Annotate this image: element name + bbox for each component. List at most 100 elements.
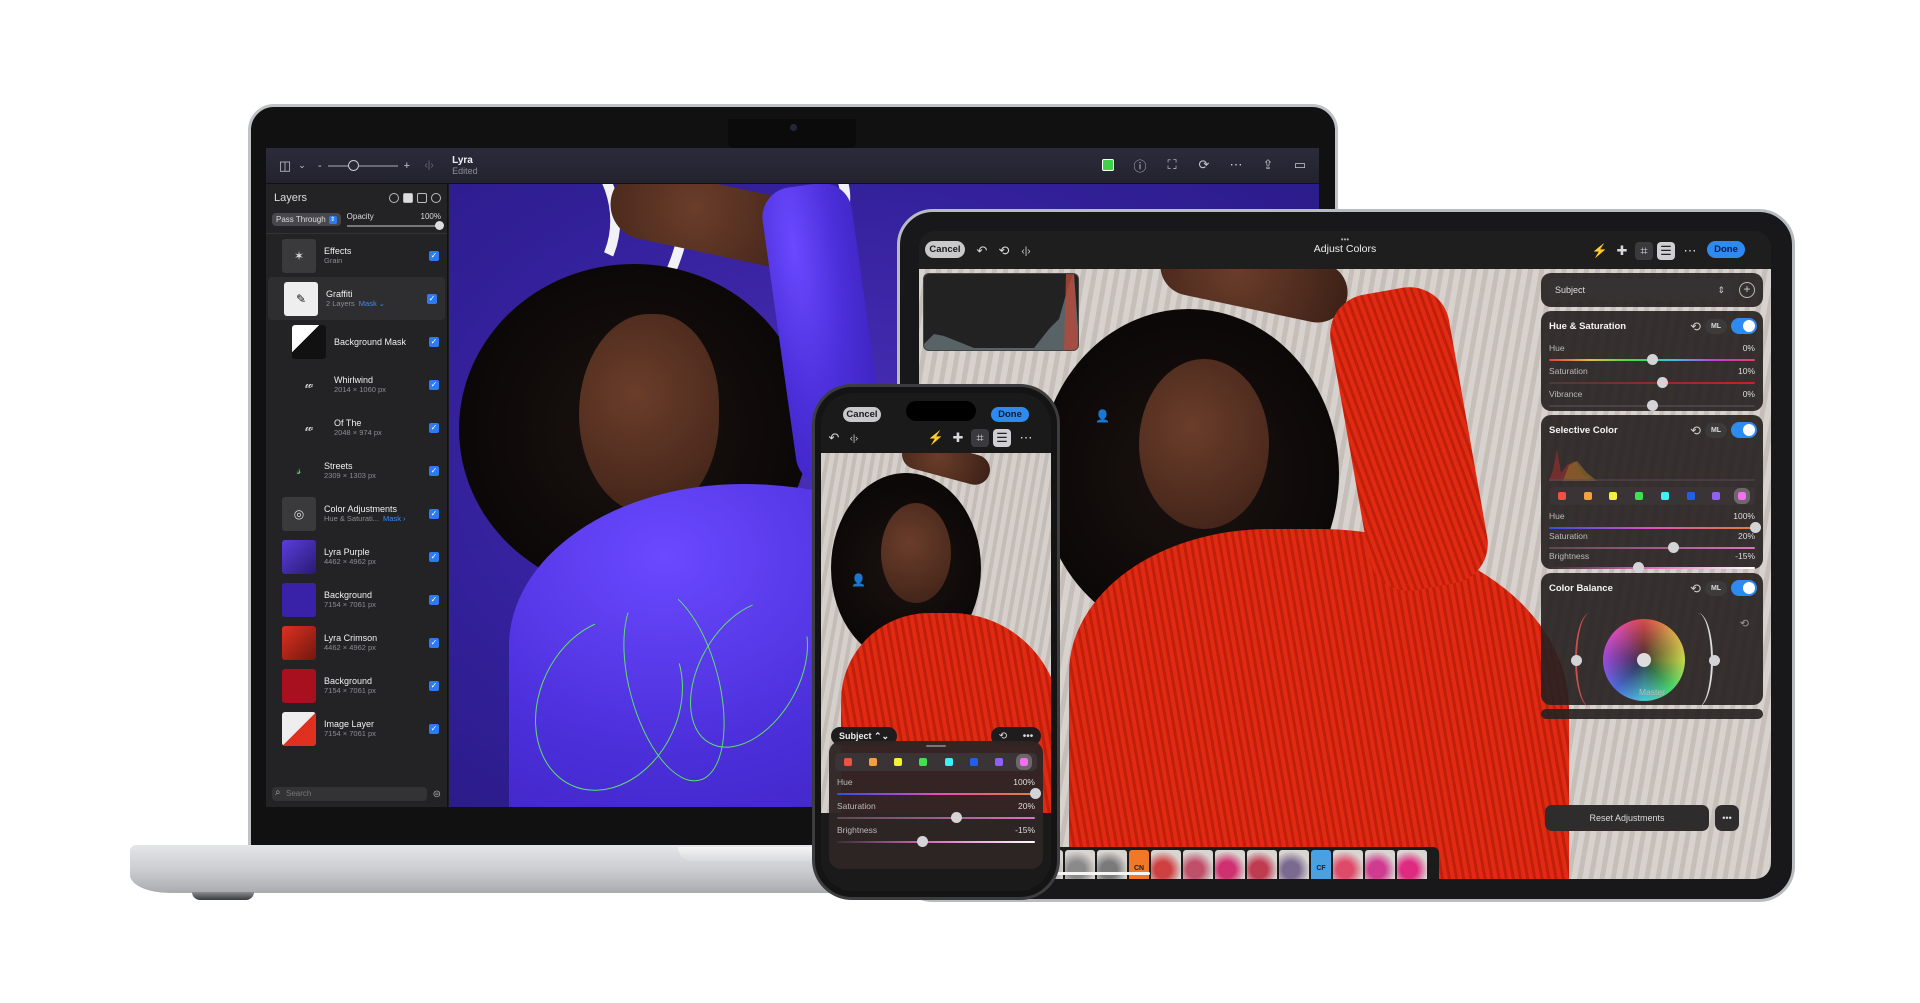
filter-icon[interactable]: ⊜ (433, 789, 441, 800)
bandage-icon[interactable]: ✚ (949, 429, 967, 447)
layers-search-input[interactable]: Search (272, 786, 427, 801)
color-swatch[interactable] (1635, 492, 1644, 500)
iphone-done-button[interactable]: Done (991, 407, 1029, 422)
preset-thumbnail[interactable] (1333, 850, 1363, 879)
layer-row[interactable]: Lyra Purple 4462 × 4962 px ✓ (266, 535, 447, 578)
layer-visibility-checkbox[interactable]: ✓ (429, 508, 439, 519)
done-button[interactable]: Done (1707, 241, 1745, 258)
layer-row[interactable]: Lyra Crimson 4462 × 4962 px ✓ (266, 621, 447, 664)
layer-visibility-checkbox[interactable]: ✓ (429, 723, 439, 734)
reset-icon[interactable]: ⟲ (1690, 423, 1701, 439)
ml-button[interactable]: ML (1705, 319, 1727, 334)
preset-thumbnail[interactable] (1397, 850, 1427, 879)
inspector-icon[interactable]: ▭ (1289, 154, 1311, 176)
reset-icon[interactable]: ⟲ (999, 731, 1007, 742)
color-swatch[interactable] (868, 758, 877, 766)
slider-saturation[interactable]: Saturation 20% (837, 801, 1035, 823)
preset-thumbnail[interactable] (1365, 850, 1395, 879)
slider-knob[interactable] (1030, 788, 1041, 799)
layer-row[interactable]: 𝓌 Whirlwind 2014 × 1060 px ✓ (266, 363, 447, 406)
slider-track[interactable] (1549, 527, 1755, 529)
color-swatch[interactable] (1016, 754, 1033, 770)
color-swatch[interactable] (1734, 488, 1751, 504)
slider-brightness[interactable]: Brightness -15% (837, 825, 1035, 847)
color-swatch[interactable] (1609, 492, 1618, 500)
layer-mask-link[interactable]: Mask ⌄ (359, 299, 385, 308)
shadows-knob[interactable] (1571, 655, 1582, 666)
layer-row[interactable]: ✶ Effects Grain ✓ (266, 234, 447, 277)
add-selection-button[interactable]: + (1739, 282, 1755, 298)
slider-hue[interactable]: Hue 0% (1549, 343, 1755, 365)
slider-brightness[interactable]: Brightness -15% (1549, 551, 1755, 573)
preset-group-tag[interactable]: CF (1311, 850, 1331, 879)
slider-track[interactable] (837, 793, 1035, 795)
preset-thumbnail[interactable] (1151, 850, 1181, 879)
slider-track[interactable] (837, 817, 1035, 819)
preset-thumbnail[interactable] (1183, 850, 1213, 879)
slider-track[interactable] (837, 841, 1035, 843)
more-icon[interactable]: ⋯ (1017, 429, 1035, 447)
add-layer-icon[interactable] (431, 193, 441, 203)
color-swatch[interactable] (995, 758, 1004, 766)
color-swatch[interactable] (919, 758, 928, 766)
zoom-slider[interactable] (327, 159, 398, 171)
subject-marker-icon[interactable]: 👤 (851, 573, 866, 587)
layer-row[interactable]: ◎ Color Adjustments Hue & Saturati... Mask … (266, 492, 447, 535)
blend-mode-select[interactable]: Pass Through ⇕ (272, 213, 341, 226)
compare-icon[interactable]: ‹|› (845, 429, 863, 447)
reset-adjustments-button[interactable]: Reset Adjustments (1545, 805, 1709, 831)
color-swatch[interactable] (944, 758, 953, 766)
slider-knob[interactable] (917, 836, 929, 847)
layer-row[interactable]: Background Mask ✓ (266, 320, 447, 363)
layer-visibility-checkbox[interactable]: ✓ (429, 680, 439, 691)
color-swatch[interactable] (969, 758, 978, 766)
color-swatch[interactable] (1583, 492, 1592, 500)
layer-row[interactable]: ✎ Graffiti 2 Layers Mask ⌄ ✓ (268, 277, 445, 320)
info-icon[interactable]: ⓘ (1129, 154, 1151, 176)
slider-hue[interactable]: Hue 100% (837, 777, 1041, 799)
slider-knob[interactable] (950, 812, 962, 823)
subject-marker-icon[interactable]: 👤 (1095, 409, 1110, 423)
layer-visibility-checkbox[interactable]: ✓ (429, 465, 439, 476)
layer-visibility-checkbox[interactable]: ✓ (429, 422, 439, 433)
color-swatch[interactable] (894, 758, 903, 766)
opacity-slider[interactable] (346, 221, 445, 230)
preset-thumbnail[interactable] (1247, 850, 1277, 879)
hue-saturation-toggle[interactable] (1731, 318, 1757, 334)
crop-icon[interactable]: ⌗ (971, 429, 989, 447)
iphone-cancel-button[interactable]: Cancel (843, 407, 881, 422)
layer-mask-link[interactable]: Mask › (383, 514, 406, 523)
undo-icon[interactable]: ↶ (825, 429, 843, 447)
layer-row[interactable]: Image Layer 7154 × 7061 px ✓ (266, 707, 447, 750)
layer-row[interactable]: Background 7154 × 7061 px ✓ (266, 664, 447, 707)
bandage-icon[interactable]: ✚ (1613, 242, 1631, 260)
color-wheel-knob[interactable] (1637, 653, 1651, 667)
rotate-icon[interactable]: ⟳ (1193, 154, 1215, 176)
more-icon[interactable]: ••• (1023, 731, 1034, 742)
layer-visibility-checkbox[interactable]: ✓ (429, 594, 439, 605)
slider-knob[interactable] (1632, 562, 1644, 573)
layer-visibility-checkbox[interactable]: ✓ (429, 551, 439, 562)
chevron-down-icon[interactable]: ⌄ (296, 155, 308, 177)
slider-hue[interactable]: Hue 100% (1549, 511, 1761, 533)
compare-icon[interactable]: ‹|› (418, 155, 440, 177)
highlights-knob[interactable] (1709, 655, 1720, 666)
ml-magic-wand-icon[interactable]: ⚡ (1591, 242, 1609, 260)
color-swatch[interactable] (843, 758, 852, 766)
layer-stack-icon[interactable] (417, 193, 427, 203)
slider-track[interactable] (1549, 382, 1755, 384)
adjustments-icon[interactable]: ☰ (993, 429, 1011, 447)
sidebar-icon[interactable]: ◫ (274, 155, 296, 177)
opacity-control[interactable]: Opacity 100% (346, 212, 445, 230)
slider-knob[interactable] (1647, 354, 1658, 365)
color-swatch[interactable] (1660, 492, 1669, 500)
wheel-reset-icon[interactable]: ⟲ (1740, 617, 1749, 630)
crop-icon[interactable]: ⌗ (1635, 242, 1653, 260)
layer-visibility-checkbox[interactable]: ✓ (429, 250, 439, 261)
reset-icon[interactable]: ⟲ (1690, 319, 1701, 335)
zoom-in-button[interactable]: + (404, 160, 410, 172)
mask-icon[interactable] (403, 193, 413, 203)
adjustments-icon[interactable]: ☰ (1657, 242, 1675, 260)
ml-button[interactable]: ML (1705, 581, 1727, 596)
layer-options-icon[interactable] (389, 193, 399, 203)
